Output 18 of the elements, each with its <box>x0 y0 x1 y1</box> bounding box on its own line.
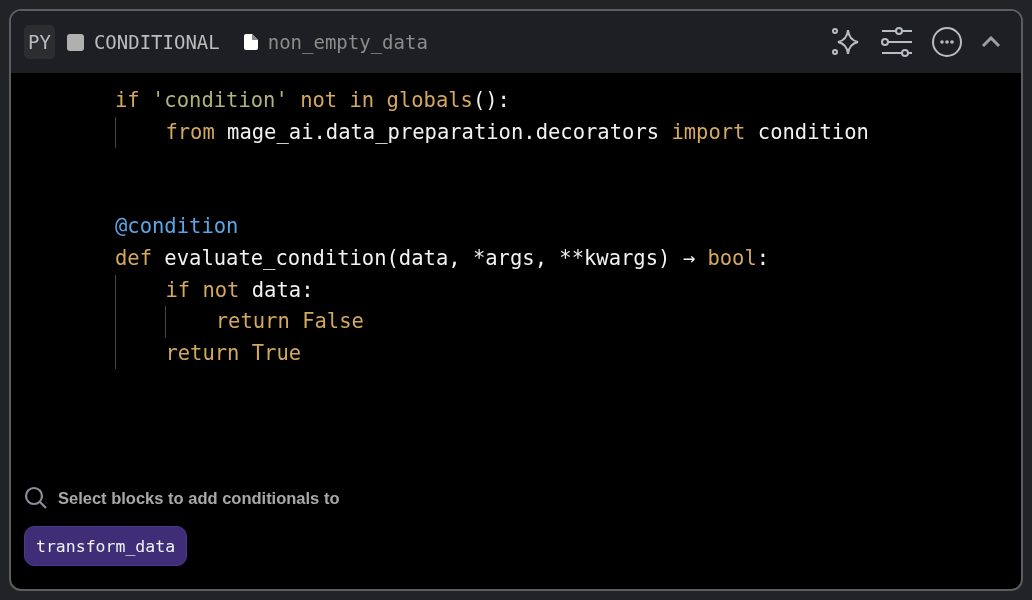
language-badge: PY <box>24 25 55 59</box>
code-line: return True <box>115 337 302 370</box>
code-line: def evaluate_condition(data, *args, **kwargs) → bool: <box>115 244 770 272</box>
code-line: return False <box>115 306 364 338</box>
block-tag[interactable]: transform_data <box>24 526 188 566</box>
block-search-field[interactable]: Select blocks to add conditionals to <box>24 486 378 510</box>
square-icon <box>66 33 84 51</box>
code-line: from mage_ai.data_preparation.decorators import condition <box>115 116 869 149</box>
more-options-icon[interactable] <box>931 26 963 58</box>
code-line: @condition <box>115 213 239 241</box>
block-name: non_empty_data <box>267 31 428 53</box>
code-line: if not data: <box>115 274 314 307</box>
chevron-up-icon[interactable] <box>981 36 1001 48</box>
block-type: CONDITIONAL <box>93 31 220 53</box>
file-icon <box>243 34 258 50</box>
code-line: if 'condition' not in globals(): <box>115 87 510 114</box>
settings-icon[interactable] <box>881 27 913 57</box>
search-icon <box>24 486 48 510</box>
